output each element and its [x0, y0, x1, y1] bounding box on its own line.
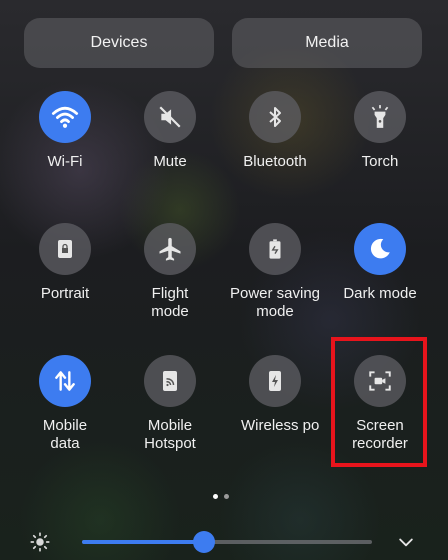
wifi-toggle[interactable] [39, 91, 91, 143]
airplane-icon [159, 237, 181, 261]
tile-portrait[interactable]: Portrait [15, 223, 115, 303]
tile-flight-mode[interactable]: Flight mode [120, 223, 220, 321]
tile-label: Mobile Hotspot [144, 417, 196, 452]
media-button[interactable]: Media [232, 18, 422, 68]
brightness-slider-thumb[interactable] [192, 531, 215, 553]
battery-saver-icon [269, 239, 281, 259]
tile-label: Wi-Fi [47, 153, 83, 170]
mobile-data-toggle[interactable] [39, 355, 91, 407]
tile-label: Bluetooth [243, 153, 307, 170]
tile-wifi[interactable]: Wi-Fi [15, 91, 115, 171]
portrait-toggle[interactable] [39, 223, 91, 275]
portrait-lock-icon [58, 240, 72, 258]
tile-label: Torch [361, 153, 399, 170]
devices-label: Devices [90, 34, 148, 51]
tile-label: Mute [153, 153, 187, 170]
moon-icon [370, 238, 390, 259]
tile-dark-mode[interactable]: Dark mode [330, 223, 430, 303]
torch-icon [371, 105, 389, 128]
wireless-power-toggle[interactable] [249, 355, 301, 407]
mute-icon [159, 106, 181, 128]
mobile-data-icon [55, 371, 75, 391]
wifi-icon [51, 106, 79, 128]
tile-label: Mobile data [42, 417, 88, 452]
tile-label: Wireless po [241, 417, 320, 434]
mute-toggle[interactable] [144, 91, 196, 143]
page-dot [224, 494, 229, 499]
bluetooth-toggle[interactable] [249, 91, 301, 143]
tile-label: Dark mode [343, 285, 417, 302]
tile-mobile-data[interactable]: Mobile data [15, 355, 115, 453]
torch-toggle[interactable] [354, 91, 406, 143]
brightness-slider-fill [82, 540, 204, 544]
tile-wireless-power[interactable]: Wireless po [225, 355, 325, 435]
page-dot-active [213, 494, 218, 499]
tile-label: Power saving mode [229, 285, 321, 320]
hotspot-icon [163, 371, 177, 391]
chevron-down-icon[interactable] [396, 532, 416, 552]
tile-mute[interactable]: Mute [120, 91, 220, 171]
tile-power-saving[interactable]: Power saving mode [225, 223, 325, 321]
tile-bluetooth[interactable]: Bluetooth [225, 91, 325, 171]
power-saving-toggle[interactable] [249, 223, 301, 275]
bluetooth-icon [269, 107, 281, 127]
dark-mode-toggle[interactable] [354, 223, 406, 275]
tile-label: Portrait [40, 285, 90, 302]
mobile-hotspot-toggle[interactable] [144, 355, 196, 407]
brightness-icon [30, 532, 50, 552]
tile-torch[interactable]: Torch [330, 91, 430, 171]
media-label: Media [305, 34, 349, 51]
screen-recorder-highlight-box [331, 337, 427, 467]
wireless-power-icon [269, 371, 281, 391]
brightness-slider[interactable] [82, 531, 372, 553]
flight-mode-toggle[interactable] [144, 223, 196, 275]
tile-mobile-hotspot[interactable]: Mobile Hotspot [120, 355, 220, 453]
devices-button[interactable]: Devices [24, 18, 214, 68]
tile-label: Flight mode [151, 285, 189, 320]
page-indicator [213, 494, 229, 499]
